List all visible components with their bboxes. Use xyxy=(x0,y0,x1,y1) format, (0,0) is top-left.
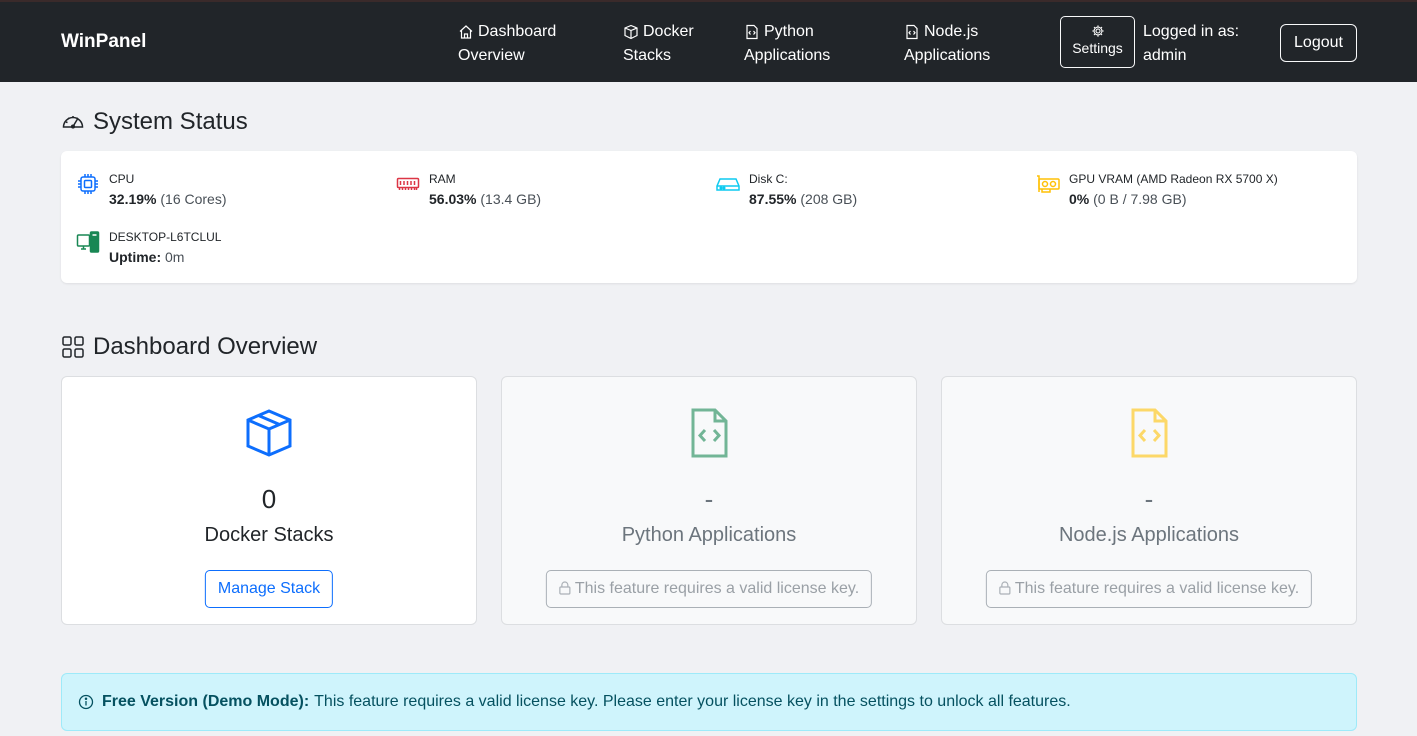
gpu-label: GPU VRAM (AMD Radeon RX 5700 X) xyxy=(1069,172,1278,186)
nav-dashboard-overview[interactable]: Dashboard Overview xyxy=(458,20,556,68)
hostname-label: DESKTOP-L6TCLUL xyxy=(109,230,222,244)
logout-button[interactable]: Logout xyxy=(1280,24,1357,62)
cpu-icon xyxy=(78,174,98,194)
uptime-label: Uptime: xyxy=(109,249,162,265)
lock-icon xyxy=(999,581,1011,595)
nav-python-applications[interactable]: Python Applications xyxy=(744,20,830,68)
box-icon xyxy=(246,409,292,457)
nav-label: Dashboard xyxy=(478,23,557,40)
hdd-icon xyxy=(716,178,740,191)
nav-label: Docker xyxy=(643,23,694,40)
docker-count: 0 xyxy=(261,484,277,514)
section-title: Dashboard Overview xyxy=(93,333,318,360)
box-icon xyxy=(624,24,638,40)
cpu-stat: CPU 32.19% (16 Cores) xyxy=(76,172,227,209)
gpu-detail: (0 B / 7.98 GB) xyxy=(1093,191,1187,207)
logged-in-label: Logged in as: xyxy=(1143,23,1240,40)
ram-label: RAM xyxy=(429,172,456,186)
system-status-heading: System Status xyxy=(61,108,248,136)
grid-icon xyxy=(62,336,84,358)
section-title: System Status xyxy=(93,108,248,135)
file-code-icon xyxy=(906,24,918,40)
gpu-value: 0% xyxy=(1069,191,1090,207)
demo-mode-alert: Free Version (Demo Mode): This feature r… xyxy=(61,673,1357,731)
cpu-label: CPU xyxy=(109,172,135,186)
ram-detail: (13.4 GB) xyxy=(480,191,542,207)
disk-value: 87.55% xyxy=(749,191,797,207)
license-required-label: This feature requires a valid license ke… xyxy=(1014,580,1300,597)
disk-stat: Disk C: 87.55% (208 GB) xyxy=(716,172,857,209)
settings-button[interactable]: Settings xyxy=(1060,16,1135,68)
cpu-detail: (16 Cores) xyxy=(160,191,227,207)
dashboard-overview-heading: Dashboard Overview xyxy=(61,333,317,361)
top-strip xyxy=(0,0,1417,2)
logged-in-info: Logged in as: admin xyxy=(1143,20,1253,68)
nodejs-applications-card: - Node.js Applications This feature requ… xyxy=(941,376,1357,625)
manage-stack-button[interactable]: Manage Stack xyxy=(204,570,334,608)
nav-label: Stacks xyxy=(623,47,672,64)
nodejs-count: - xyxy=(1144,484,1154,514)
gpu-card-icon xyxy=(1037,175,1060,193)
nav-label: Python xyxy=(764,23,814,40)
disk-detail: (208 GB) xyxy=(800,191,858,207)
nav-label: Applications xyxy=(744,47,831,64)
lock-icon xyxy=(559,581,571,595)
settings-label: Settings xyxy=(1072,40,1123,56)
nav-label: Overview xyxy=(458,47,525,64)
python-applications-card: - Python Applications This feature requi… xyxy=(501,376,917,625)
nav-docker-stacks[interactable]: Docker Stacks xyxy=(623,20,694,68)
gear-icon xyxy=(1091,25,1104,37)
license-required-label: This feature requires a valid license ke… xyxy=(574,580,860,597)
nav-label: Applications xyxy=(904,47,991,64)
ram-stat: RAM 56.03% (13.4 GB) xyxy=(396,172,541,209)
pc-display-icon xyxy=(76,231,100,253)
ram-value: 56.03% xyxy=(429,191,477,207)
nav-nodejs-applications[interactable]: Node.js Applications xyxy=(904,20,990,68)
memory-icon xyxy=(396,177,420,190)
info-circle-icon xyxy=(78,694,94,710)
navbar: WinPanel Dashboard Overview Docker Stacks … xyxy=(0,0,1417,82)
python-title: Python Applications xyxy=(621,524,797,546)
docker-stacks-card: 0 Docker Stacks Manage Stack xyxy=(61,376,477,625)
house-icon xyxy=(459,25,473,39)
brand-logo[interactable]: WinPanel xyxy=(61,31,146,53)
username: admin xyxy=(1143,47,1187,64)
nav-label: Node.js xyxy=(924,23,979,40)
docker-title: Docker Stacks xyxy=(204,524,334,546)
alert-text: This feature requires a valid license ke… xyxy=(314,693,1071,710)
host-stat: DESKTOP-L6TCLUL Uptime: 0m xyxy=(76,230,221,267)
file-code-icon xyxy=(1131,408,1168,458)
cpu-value: 32.19% xyxy=(109,191,157,207)
python-license-button: This feature requires a valid license ke… xyxy=(545,570,873,608)
file-code-icon xyxy=(691,408,728,458)
alert-bold-label: Free Version (Demo Mode): xyxy=(102,693,310,710)
speedometer-icon xyxy=(62,116,84,129)
python-count: - xyxy=(704,484,714,514)
disk-label: Disk C: xyxy=(749,172,788,186)
nodejs-license-button: This feature requires a valid license ke… xyxy=(985,570,1313,608)
system-status-card: CPU 32.19% (16 Cores) RAM 56.03% (13.4 G… xyxy=(61,151,1357,283)
file-code-icon xyxy=(746,24,758,40)
nodejs-title: Node.js Applications xyxy=(1058,524,1240,546)
gpu-stat: GPU VRAM (AMD Radeon RX 5700 X) 0% (0 B … xyxy=(1036,172,1278,209)
uptime-value: 0m xyxy=(165,249,185,265)
